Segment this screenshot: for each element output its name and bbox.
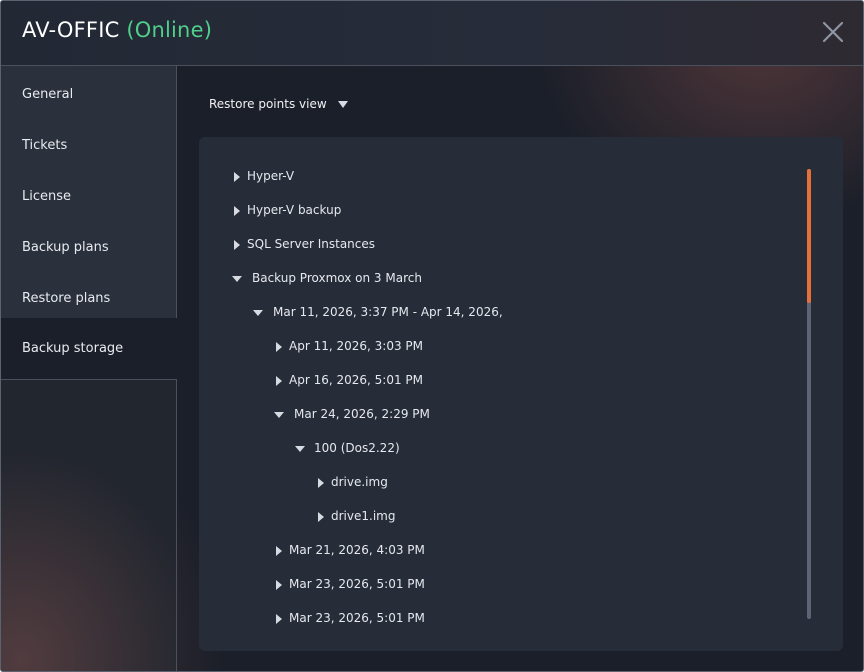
sidebar-item-backup-storage[interactable]: Backup storage [1,318,177,379]
expand-arrow-icon[interactable] [316,512,326,522]
expand-arrow-icon[interactable] [274,546,284,556]
collapse-arrow-icon[interactable] [274,410,284,420]
tree-node-label: Hyper-V backup [247,203,342,217]
computer-name: AV-OFFIC [22,18,120,42]
expand-arrow-icon[interactable] [232,240,242,250]
expand-arrow-icon[interactable] [274,342,284,352]
sidebar-nav: General Tickets License Backup plans Res… [1,66,177,380]
sidebar-empty-area [1,380,177,671]
expand-arrow-icon[interactable] [274,376,284,386]
scrollbar-thumb[interactable] [807,169,811,303]
tree-node-label: drive1.img [331,509,396,523]
expand-arrow-icon[interactable] [316,478,326,488]
tree-node-label: Apr 11, 2026, 3:03 PM [289,339,423,353]
tree-node-label: Hyper-V [247,169,295,183]
collapse-arrow-icon[interactable] [232,274,242,284]
backup-storage-dialog: AV-OFFIC (Online) General Tickets Licens… [0,0,864,672]
restore-points-view-dropdown[interactable]: Restore points view [209,97,327,111]
tree-node-label: Mar 23, 2026, 5:01 PM [289,577,425,591]
tree-node-label: drive.img [331,475,388,489]
expand-arrow-icon[interactable] [232,206,242,216]
tree-node-label: Mar 11, 2026, 3:37 PM - Apr 14, 2026, [273,305,503,319]
tree-node-label: Mar 21, 2026, 4:03 PM [289,543,425,557]
collapse-arrow-icon[interactable] [253,308,263,318]
expand-arrow-icon[interactable] [232,172,242,182]
caret-down-icon[interactable] [338,101,348,108]
sidebar-item-restore-plans[interactable]: Restore plans [1,273,176,324]
expand-arrow-icon[interactable] [274,614,284,624]
online-status: (Online) [126,18,213,42]
title-bar: AV-OFFIC (Online) [1,1,863,66]
window-title: AV-OFFIC (Online) [22,18,212,42]
sidebar-item-general[interactable]: General [1,69,176,120]
expand-arrow-icon[interactable] [274,580,284,590]
tree-node-label: Mar 24, 2026, 2:29 PM [294,407,430,421]
tree-node-label: Mar 23, 2026, 5:01 PM [289,611,425,625]
tree-node-label: Backup Proxmox on 3 March [252,271,422,285]
tree-node-label: 100 (Dos2.22) [314,441,400,455]
tree-node-label: SQL Server Instances [247,237,376,251]
close-icon [822,21,844,43]
sidebar-item-license[interactable]: License [1,171,176,222]
close-button[interactable] [821,20,845,44]
sidebar-item-backup-plans[interactable]: Backup plans [1,222,176,273]
collapse-arrow-icon[interactable] [295,444,305,454]
tree-node-label: Apr 16, 2026, 5:01 PM [289,373,423,387]
sidebar-item-tickets[interactable]: Tickets [1,120,176,171]
